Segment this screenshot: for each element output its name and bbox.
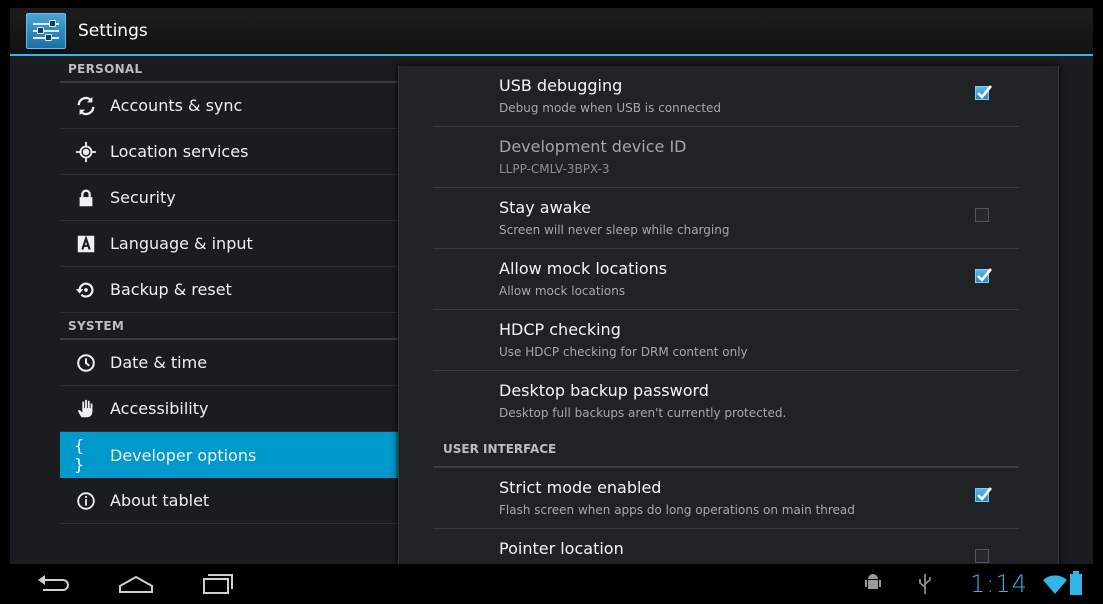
pref-stay-awake[interactable]: Stay awake Screen will never sleep while… (433, 188, 1019, 249)
back-button[interactable] (32, 570, 76, 598)
pref-pointer-location[interactable]: Pointer location (433, 529, 1019, 564)
app-title: Settings (78, 21, 148, 41)
pref-title: Strict mode enabled (499, 478, 662, 497)
sidebar-item-date-time[interactable]: Date & time (60, 340, 402, 386)
pref-development-device-id: Development device ID LLPP-CMLV-3BPX-3 (433, 127, 1019, 188)
usb-icon (919, 574, 931, 594)
recent-apps-icon (203, 574, 233, 594)
pref-summary: LLPP-CMLV-3BPX-3 (499, 162, 610, 176)
pref-summary: Flash screen when apps do long operation… (499, 503, 855, 517)
pref-allow-mock-locations[interactable]: Allow mock locations Allow mock location… (433, 249, 1019, 310)
lock-icon (74, 186, 98, 210)
sidebar-item-label: Language & input (110, 234, 253, 253)
wifi-icon (1043, 575, 1067, 594)
recent-apps-button[interactable] (194, 570, 238, 598)
action-bar: Settings (10, 8, 1093, 56)
sync-icon (74, 94, 98, 118)
android-debug-icon (865, 574, 881, 589)
pref-title: Stay awake (499, 198, 592, 217)
sidebar-item-backup-reset[interactable]: Backup & reset (60, 267, 402, 313)
sidebar-item-label: Security (110, 188, 176, 207)
pref-desktop-backup-password[interactable]: Desktop backup password Desktop full bac… (433, 371, 1019, 432)
pref-title: Desktop backup password (499, 381, 709, 400)
sidebar-item-language-input[interactable]: Language & input (60, 221, 402, 267)
stay-awake-checkbox[interactable] (975, 208, 989, 222)
sidebar-item-label: Accessibility (110, 399, 209, 418)
check-icon (977, 85, 993, 99)
category-personal: PERSONAL (60, 56, 402, 83)
pref-usb-debugging[interactable]: USB debugging Debug mode when USB is con… (433, 66, 1019, 127)
pref-title: Allow mock locations (499, 259, 668, 278)
info-icon (74, 489, 98, 513)
clock-icon (74, 351, 98, 375)
keyboard-icon (74, 232, 98, 256)
location-icon (74, 140, 98, 164)
pref-summary: Debug mode when USB is connected (499, 101, 722, 115)
usb-debugging-checkbox[interactable] (975, 85, 993, 100)
sidebar-item-accounts-sync[interactable]: Accounts & sync (60, 83, 402, 129)
home-button[interactable] (114, 570, 158, 598)
pref-summary: Desktop full backups aren't currently pr… (499, 406, 787, 420)
backup-icon (74, 278, 98, 302)
strict-mode-checkbox[interactable] (975, 487, 993, 502)
settings-app-icon[interactable] (26, 13, 66, 49)
section-user-interface: USER INTERFACE (433, 432, 1019, 468)
developer-options-panel: USB debugging Debug mode when USB is con… (398, 66, 1059, 564)
pref-summary: Allow mock locations (499, 284, 626, 298)
sidebar-item-label: Accounts & sync (110, 96, 243, 115)
pointer-location-checkbox[interactable] (975, 549, 989, 563)
pref-title: USB debugging (499, 76, 623, 95)
allow-mock-locations-checkbox[interactable] (975, 268, 993, 283)
sidebar-item-label: About tablet (110, 491, 210, 510)
pref-title: Development device ID (499, 137, 687, 156)
sidebar-item-location-services[interactable]: Location services (60, 129, 402, 175)
pref-hdcp-checking[interactable]: HDCP checking Use HDCP checking for DRM … (433, 310, 1019, 371)
sidebar-item-label: Location services (110, 142, 249, 161)
system-nav-bar: 1:14 (10, 564, 1093, 604)
check-icon (977, 268, 993, 282)
sidebar-item-label: Developer options (110, 445, 257, 465)
settings-sidebar: PERSONAL Accounts & sync Location servic… (60, 56, 402, 564)
sidebar-item-about-tablet[interactable]: About tablet (60, 478, 402, 524)
sidebar-item-developer-options[interactable]: { } Developer options (60, 432, 402, 478)
status-clock: 1:14 (970, 570, 1028, 598)
pref-strict-mode[interactable]: Strict mode enabled Flash screen when ap… (433, 468, 1019, 529)
pref-title: Pointer location (499, 539, 624, 558)
sidebar-item-label: Date & time (110, 353, 208, 372)
braces-icon: { } (74, 436, 85, 474)
category-system: SYSTEM (60, 313, 402, 340)
sidebar-item-accessibility[interactable]: Accessibility (60, 386, 402, 432)
sidebar-item-security[interactable]: Security (60, 175, 402, 221)
back-icon (38, 575, 69, 591)
pref-summary: Screen will never sleep while charging (499, 223, 730, 237)
main-area: PERSONAL Accounts & sync Location servic… (10, 56, 1093, 564)
hand-icon (74, 397, 98, 421)
pref-summary: Use HDCP checking for DRM content only (499, 345, 748, 359)
sidebar-item-label: Backup & reset (110, 280, 232, 299)
pref-title: HDCP checking (499, 320, 621, 339)
home-icon (119, 575, 153, 593)
check-icon (977, 487, 993, 501)
battery-icon (1070, 571, 1082, 595)
